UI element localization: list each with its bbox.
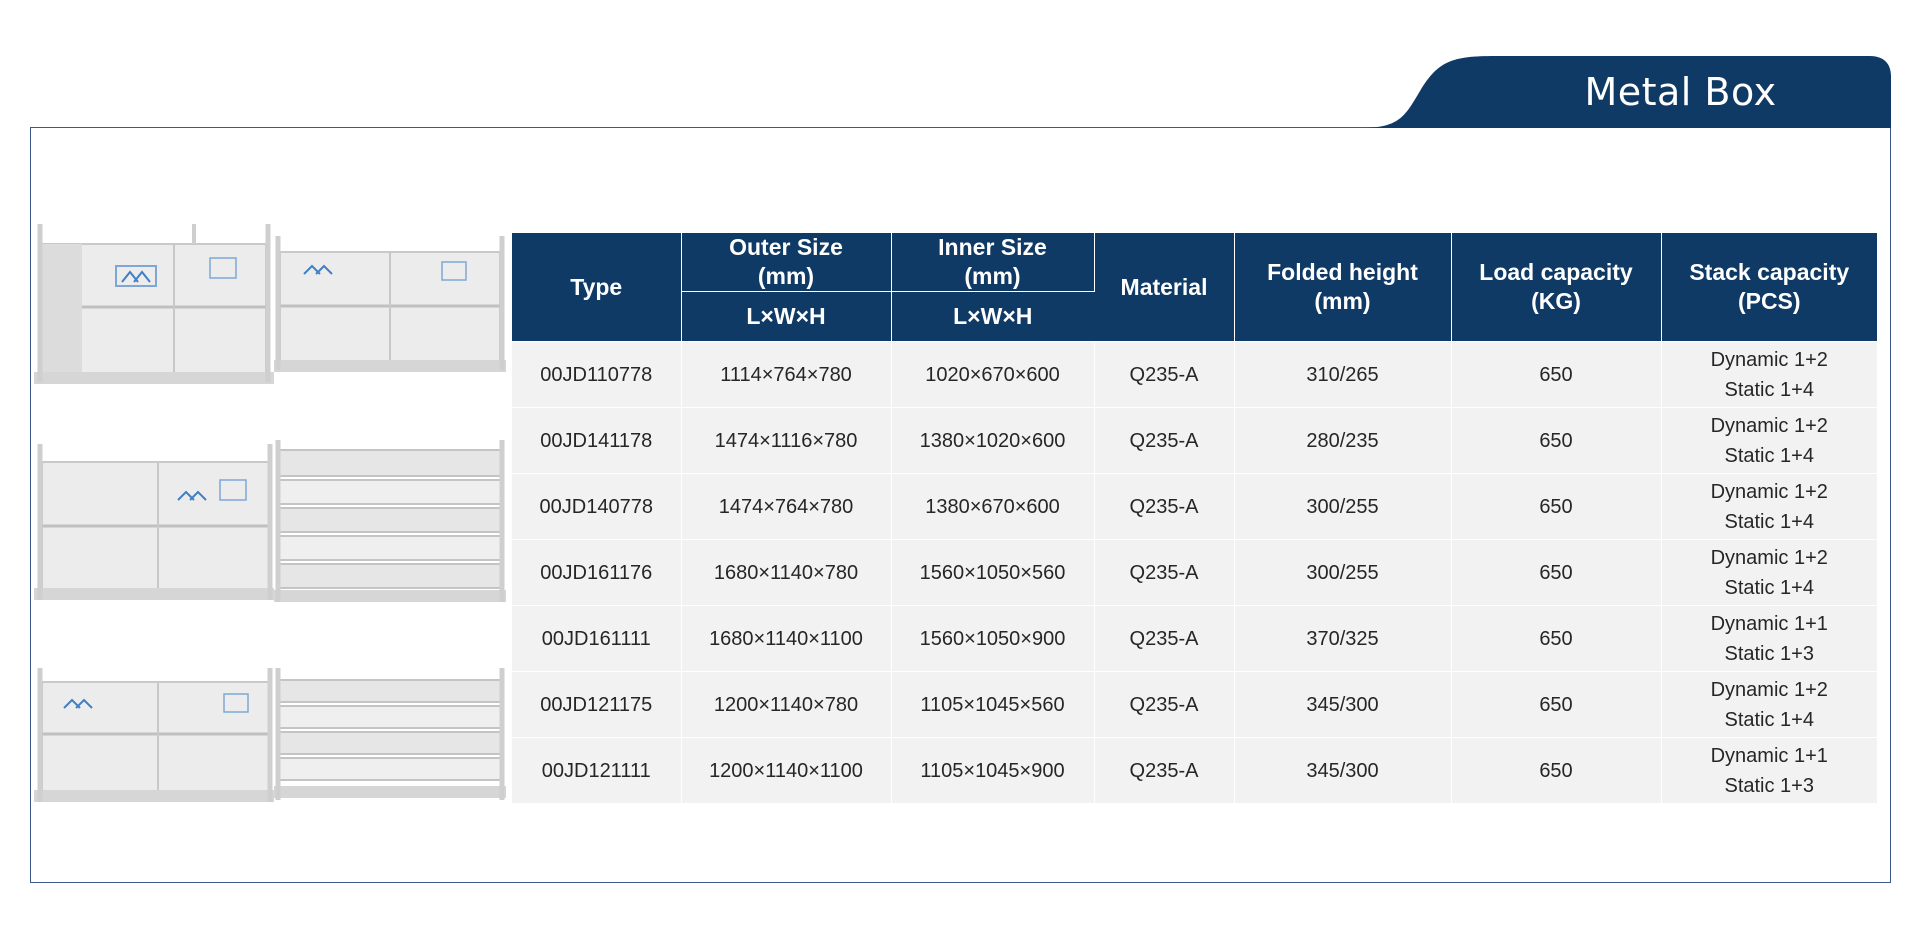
cell-outer-size: 1680×1140×780 [681, 539, 892, 606]
cell-folded-height: 300/255 [1234, 539, 1452, 606]
cell-load-capacity: 650 [1451, 473, 1662, 540]
page-title: Metal Box [1584, 70, 1777, 114]
cell-outer-size: 1680×1140×1100 [681, 605, 892, 672]
cell-material: Q235-A [1094, 539, 1235, 606]
table-row: 00JD161111 1680×1140×1100 1560×1050×900 … [512, 605, 1877, 672]
cell-outer-size: 1474×1116×780 [681, 407, 892, 474]
cell-type: 00JD141178 [512, 407, 682, 474]
metal-box-image [34, 668, 274, 802]
table-row: 00JD141178 1474×1116×780 1380×1020×600 Q… [512, 407, 1877, 474]
cell-type: 00JD161176 [512, 539, 682, 606]
cell-outer-size: 1200×1140×780 [681, 671, 892, 738]
cell-type: 00JD140778 [512, 473, 682, 540]
cell-load-capacity: 650 [1451, 341, 1662, 408]
metal-box-image [274, 236, 506, 372]
product-photos [34, 222, 506, 812]
cell-stack-capacity: Dynamic 1+2 Static 1+4 [1661, 341, 1877, 408]
table-row: 00JD121111 1200×1140×1100 1105×1045×900 … [512, 737, 1877, 803]
header-inner-dimensions: L×W×H [891, 291, 1094, 342]
table-row: 00JD121175 1200×1140×780 1105×1045×560 Q… [512, 671, 1877, 738]
cell-load-capacity: 650 [1451, 407, 1662, 474]
metal-box-image [34, 444, 274, 600]
metal-box-image [34, 224, 274, 384]
title-tab: Metal Box [1360, 56, 1891, 128]
cell-material: Q235-A [1094, 737, 1235, 803]
header-stack-capacity: Stack capacity (PCS) [1661, 233, 1877, 342]
cell-inner-size: 1380×670×600 [891, 473, 1095, 540]
cell-outer-size: 1200×1140×1100 [681, 737, 892, 803]
cell-folded-height: 310/265 [1234, 341, 1452, 408]
cell-material: Q235-A [1094, 605, 1235, 672]
header-outer-dimensions: L×W×H [681, 291, 892, 342]
cell-load-capacity: 650 [1451, 737, 1662, 803]
header-inner-size: Inner Size (mm) [891, 233, 1095, 292]
cell-material: Q235-A [1094, 473, 1235, 540]
cell-folded-height: 345/300 [1234, 671, 1452, 738]
table-row: 00JD140778 1474×764×780 1380×670×600 Q23… [512, 473, 1877, 540]
cell-type: 00JD121111 [512, 737, 682, 803]
cell-stack-capacity: Dynamic 1+2 Static 1+4 [1661, 539, 1877, 606]
cell-material: Q235-A [1094, 341, 1235, 408]
cell-inner-size: 1560×1050×560 [891, 539, 1095, 606]
cell-stack-capacity: Dynamic 1+1 Static 1+3 [1661, 737, 1877, 803]
cell-outer-size: 1474×764×780 [681, 473, 892, 540]
cell-stack-capacity: Dynamic 1+2 Static 1+4 [1661, 473, 1877, 540]
cell-load-capacity: 650 [1451, 539, 1662, 606]
header-type: Type [512, 233, 682, 342]
header-outer-size: Outer Size (mm) [681, 233, 892, 292]
cell-inner-size: 1105×1045×900 [891, 737, 1095, 803]
table-row: 00JD161176 1680×1140×780 1560×1050×560 Q… [512, 539, 1877, 606]
cell-material: Q235-A [1094, 671, 1235, 738]
header-folded-height: Folded height (mm) [1234, 233, 1452, 342]
cell-inner-size: 1105×1045×560 [891, 671, 1095, 738]
cell-material: Q235-A [1094, 407, 1235, 474]
cell-folded-height: 280/235 [1234, 407, 1452, 474]
cell-stack-capacity: Dynamic 1+2 Static 1+4 [1661, 671, 1877, 738]
cell-inner-size: 1560×1050×900 [891, 605, 1095, 672]
cell-inner-size: 1020×670×600 [891, 341, 1095, 408]
cell-load-capacity: 650 [1451, 671, 1662, 738]
cell-type: 00JD121175 [512, 671, 682, 738]
cell-folded-height: 345/300 [1234, 737, 1452, 803]
header-material: Material [1094, 233, 1235, 342]
folded-box-image [274, 440, 506, 602]
cell-outer-size: 1114×764×780 [681, 341, 892, 408]
cell-stack-capacity: Dynamic 1+2 Static 1+4 [1661, 407, 1877, 474]
cell-inner-size: 1380×1020×600 [891, 407, 1095, 474]
cell-load-capacity: 650 [1451, 605, 1662, 672]
table-row: 00JD110778 1114×764×780 1020×670×600 Q23… [512, 341, 1877, 408]
cell-type: 00JD161111 [512, 605, 682, 672]
cell-folded-height: 300/255 [1234, 473, 1452, 540]
cell-type: 00JD110778 [512, 341, 682, 408]
spec-table: Type Outer Size (mm) Inner Size (mm) Mat… [512, 233, 1877, 803]
header-load-capacity: Load capacity (KG) [1451, 233, 1662, 342]
cell-stack-capacity: Dynamic 1+1 Static 1+3 [1661, 605, 1877, 672]
cell-folded-height: 370/325 [1234, 605, 1452, 672]
folded-box-image [274, 668, 506, 800]
